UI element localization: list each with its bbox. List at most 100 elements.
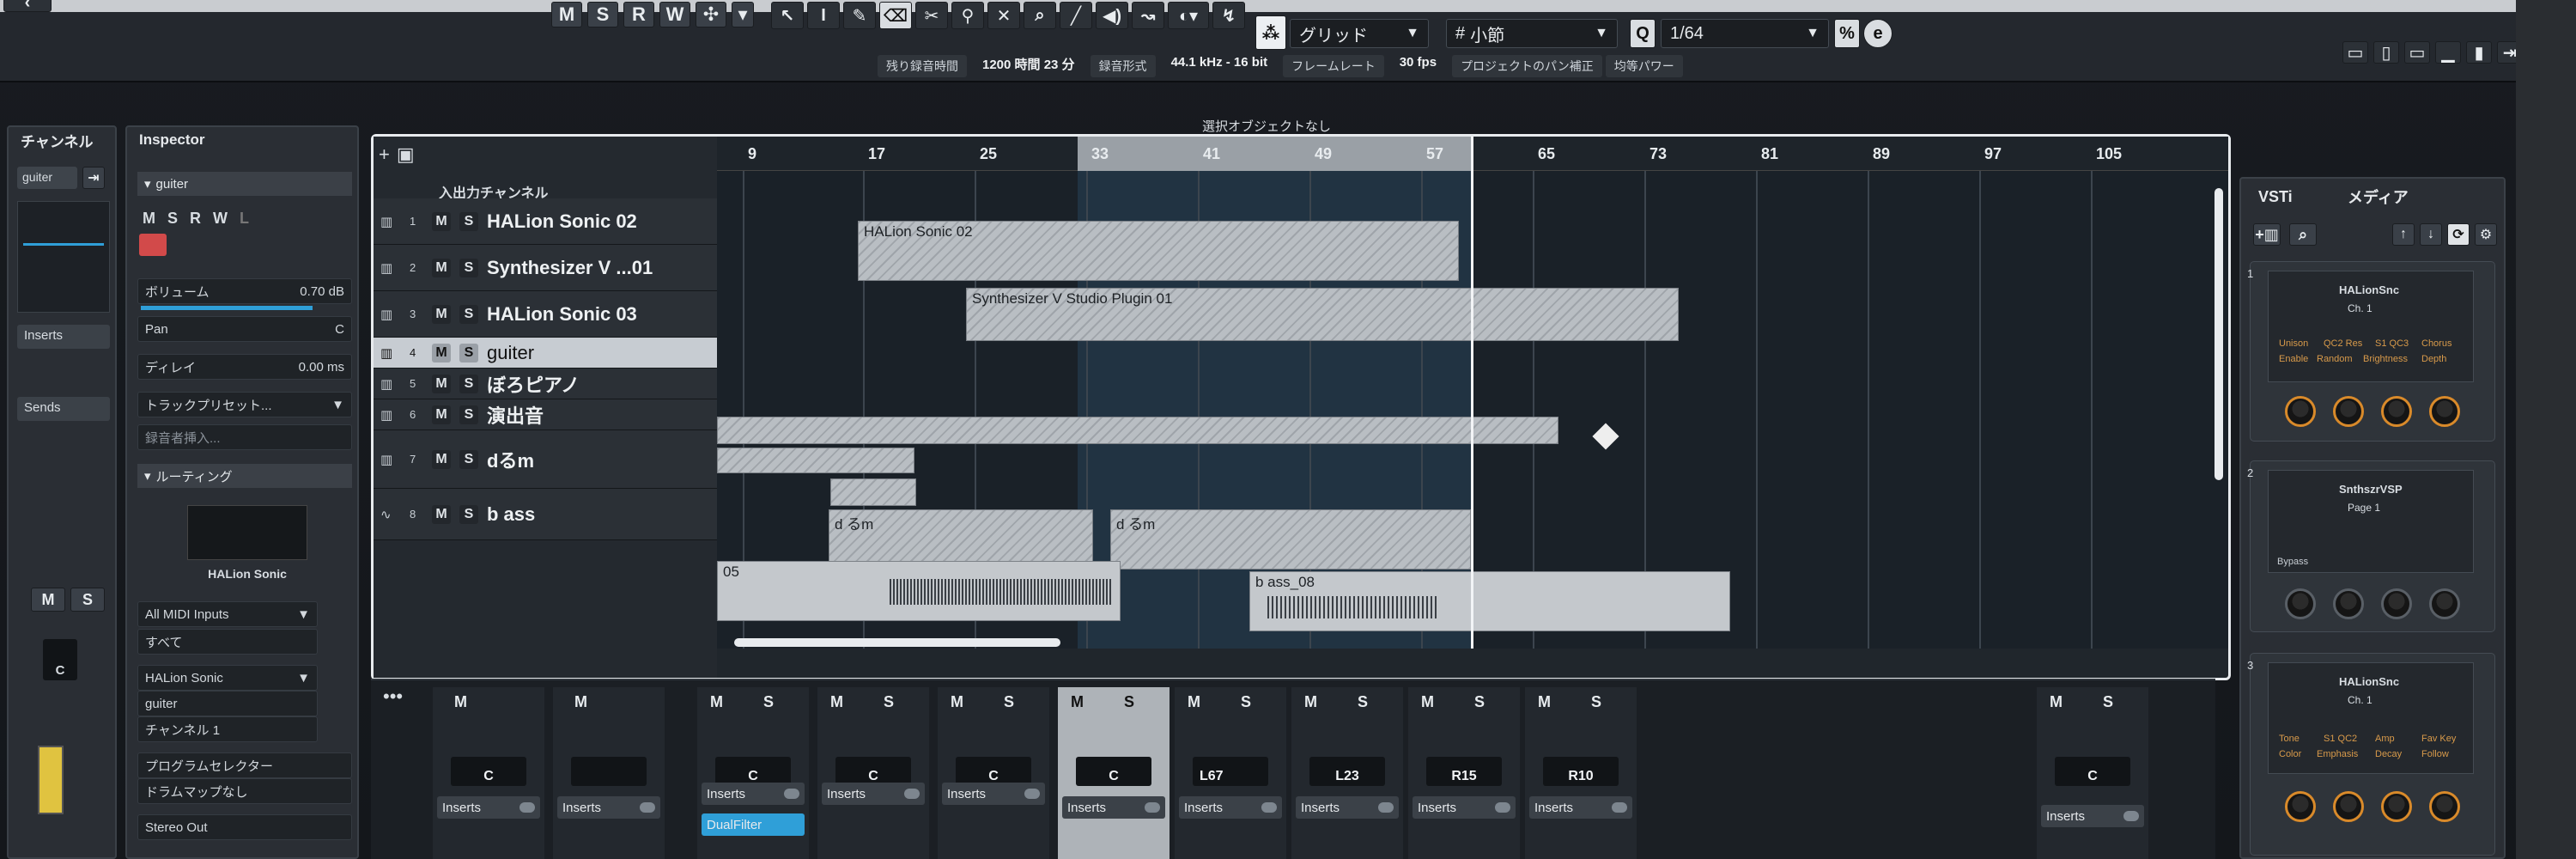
strip-pan[interactable]: C [835,757,911,786]
param-knob[interactable] [2429,588,2460,619]
quantize-edit-icon[interactable]: e [1863,19,1893,48]
write-mode-button[interactable]: W [659,2,690,27]
midi-input-select[interactable]: All MIDI Inputs ▼ [137,601,318,627]
automation-dropdown-icon[interactable]: ▾ [732,2,754,27]
track-solo-button[interactable]: S [459,211,478,231]
quantize-icon[interactable]: Q [1630,19,1656,48]
iterative-quantize-icon[interactable]: % [1834,19,1860,48]
strip-inserts-button[interactable]: Inserts [822,783,925,805]
record-format-label[interactable]: 録音形式 [1090,55,1156,77]
range-tool-icon[interactable]: I [807,2,840,29]
strip-inserts-button[interactable]: Inserts [1296,796,1399,819]
strip-solo-button[interactable]: S [1124,693,1134,711]
strip-inserts-button[interactable]: Inserts [702,783,805,805]
strip-inserts-button[interactable]: Inserts [437,796,540,819]
channel-mute-button[interactable]: M [31,588,65,612]
track-solo-button[interactable]: S [459,343,478,362]
track-solo-button[interactable]: S [459,504,478,524]
param-knob[interactable] [2333,791,2364,822]
strip-mute-button[interactable]: M [710,693,723,711]
instrument-thumbnail[interactable] [187,505,307,560]
cycle-range[interactable] [1078,137,1473,171]
tab-vsti[interactable]: VSTi [2246,182,2305,211]
output-track-select[interactable]: guiter [137,691,318,716]
pan-law-value[interactable]: 均等パワー [1605,55,1683,77]
strip-solo-button[interactable]: S [1358,693,1368,711]
param-knob[interactable] [2429,396,2460,427]
track-row[interactable]: ▥ 1 MS HALion Sonic 02 [374,198,717,245]
strip-solo-button[interactable]: S [763,693,774,711]
channel-solo-button[interactable]: S [70,588,105,612]
grid-type-select[interactable]: グリッド ▼ [1290,19,1429,48]
snap-icon[interactable]: ⁂ [1255,15,1286,50]
track-mute-button[interactable]: M [432,343,451,362]
tab-media[interactable]: メディア [2336,182,2421,211]
strip-inserts-button[interactable]: Inserts [1529,796,1632,819]
param-knob[interactable] [2381,396,2412,427]
channel-pan[interactable]: C [43,639,77,680]
tab-inspector[interactable]: Inspector [127,127,357,153]
delay-row[interactable]: ディレイ 0.00 ms [137,354,352,380]
midi-event[interactable] [717,417,1558,444]
param-knob[interactable] [2381,588,2412,619]
strip-mute-button[interactable]: M [951,693,963,711]
strip-mute-button[interactable]: M [1538,693,1551,711]
strip-inserts-button[interactable]: Inserts [2041,805,2144,827]
horizontal-scrollbar[interactable] [734,638,1060,647]
left-zone-icon[interactable]: ▯ [2373,41,2399,64]
track-row-selected[interactable]: ▥ 4 MS guiter [374,338,717,369]
strip-mute-button[interactable]: M [2050,693,2063,711]
grid-unit-select[interactable]: # 小節 ▼ [1446,19,1618,48]
strip-pan[interactable]: R10 [1543,757,1619,786]
folder-icon[interactable]: ▣ [397,143,415,166]
track-name[interactable]: HALion Sonic 02 [487,210,637,233]
track-mute-button[interactable]: M [432,405,451,424]
drum-map-select[interactable]: ドラムマップなし [137,778,352,804]
pan-row[interactable]: Pan C [137,316,352,342]
eraser-tool-icon[interactable]: ⌫ [879,2,912,29]
slot-header[interactable]: HALionSnc Ch. 1 Tone S1 QC2 Amp Fav Key … [2268,662,2474,774]
track-name[interactable]: 演出音 [487,401,544,429]
zoom-tool-icon[interactable]: ⌕ [1024,2,1056,29]
param-knob[interactable] [2285,588,2316,619]
strip-solo-button[interactable]: S [1241,693,1251,711]
track-row[interactable]: ▥ 3 MS HALion Sonic 03 [374,291,717,338]
autoscroll-icon[interactable]: ↯ [1212,2,1245,29]
midi-event[interactable]: HALion Sonic 02 [858,221,1459,281]
gear-icon[interactable]: ⚙ [2475,223,2497,246]
track-solo-button[interactable]: S [459,405,478,424]
channel-fader[interactable] [38,746,64,814]
sync-icon[interactable]: ⟳ [2447,223,2470,246]
strip-inserts-button[interactable]: Inserts [557,796,660,819]
track-name[interactable]: Synthesizer V ...01 [487,257,653,279]
param-knob[interactable] [2381,791,2412,822]
arrange-area[interactable]: 9 17 25 33 41 49 57 65 73 81 89 97 105 H… [717,137,2228,649]
audio-event[interactable]: b ass_08 [1249,571,1730,631]
track-solo-button[interactable]: S [459,258,478,277]
mute-tool-icon[interactable]: ✕ [987,2,1020,29]
track-name[interactable]: guiter [487,342,534,364]
strip-solo-button[interactable]: S [1474,693,1485,711]
track-name[interactable]: ぼろピアノ [487,370,580,398]
play-tool-icon[interactable]: ◀) [1096,2,1128,29]
track-row[interactable]: ∿ 8 MS b ass [374,489,717,540]
strip-solo-button[interactable]: S [884,693,894,711]
track-mute-button[interactable]: M [432,304,451,324]
track-solo-button[interactable]: S [459,304,478,324]
param-knob[interactable] [2285,396,2316,427]
pan-law-label[interactable]: プロジェクトのパン補正 [1452,55,1602,77]
mixer-menu-icon[interactable]: ••• [383,685,403,708]
insert-slot[interactable]: 録音者挿入... [137,424,352,450]
right-zone-icon[interactable]: ▮ [2466,41,2492,64]
arrow-up-icon[interactable]: ↑ [2392,223,2415,246]
vertical-scrollbar[interactable] [2215,188,2223,480]
param-knob[interactable] [2285,791,2316,822]
strip-pan[interactable]: C [451,757,526,786]
back-icon[interactable]: ‹ [3,0,52,12]
strip-solo-button[interactable]: S [1591,693,1601,711]
edit-channel-icon[interactable]: ⇥ [82,167,105,189]
automation-icon[interactable]: ✣ [696,2,726,27]
quantize-select[interactable]: 1/64 ▼ [1661,19,1829,48]
strip-pan[interactable]: C [2055,757,2130,786]
midi-event[interactable] [830,478,916,506]
